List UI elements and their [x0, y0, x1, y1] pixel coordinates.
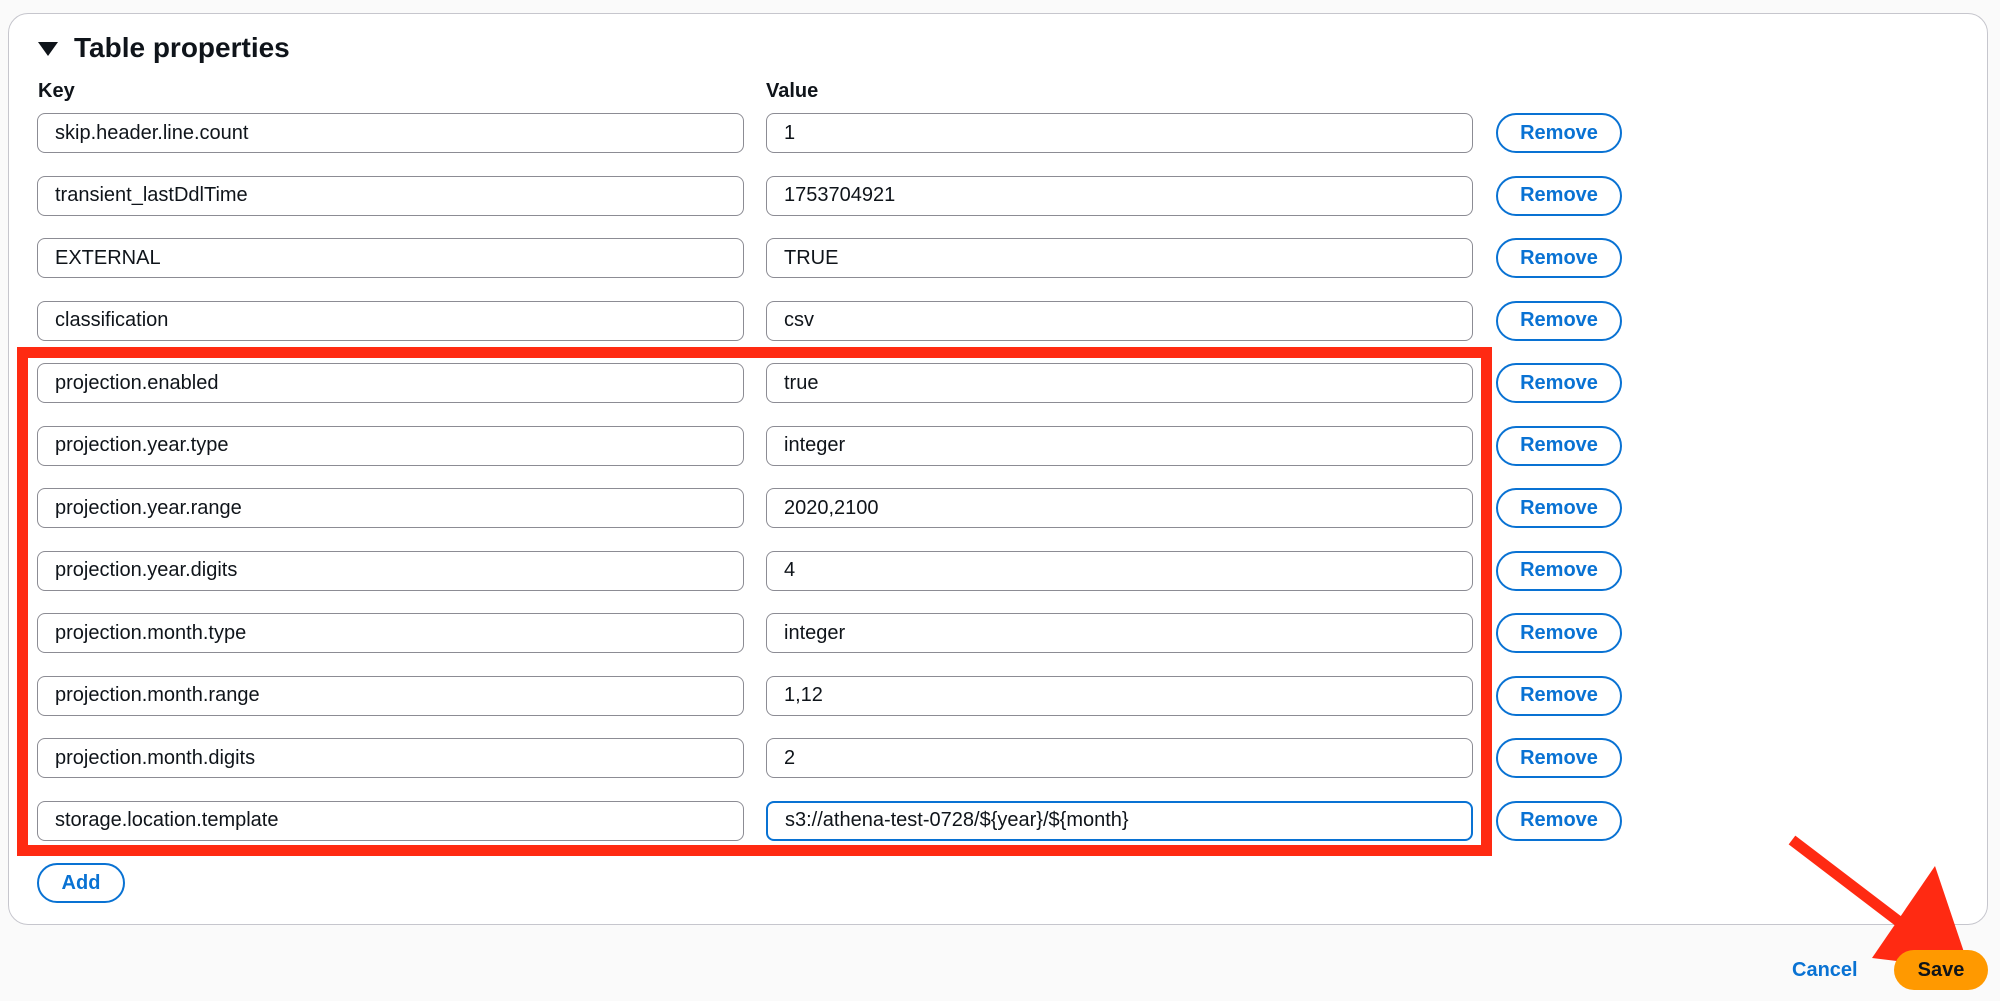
- remove-button[interactable]: Remove: [1496, 425, 1622, 466]
- property-value-input[interactable]: [766, 613, 1473, 653]
- property-key-input[interactable]: [37, 488, 744, 528]
- table-properties-toggle[interactable]: Table properties: [38, 32, 290, 64]
- remove-button[interactable]: Remove: [1496, 238, 1622, 278]
- property-key-input[interactable]: [37, 238, 744, 278]
- property-key-input[interactable]: [37, 300, 744, 341]
- add-property-button[interactable]: Add: [37, 863, 125, 903]
- property-value-input[interactable]: [766, 300, 1473, 341]
- caret-down-icon[interactable]: [38, 42, 58, 56]
- remove-button[interactable]: Remove: [1496, 550, 1622, 591]
- property-key-input[interactable]: [37, 550, 744, 591]
- value-column-label: Value: [766, 80, 819, 102]
- property-value-input[interactable]: [766, 738, 1473, 778]
- property-key-input[interactable]: [37, 425, 744, 466]
- cancel-button[interactable]: Cancel: [1780, 950, 1870, 990]
- property-key-input[interactable]: [37, 363, 744, 403]
- property-key-input[interactable]: [37, 113, 744, 153]
- property-value-input[interactable]: [766, 550, 1473, 591]
- remove-button[interactable]: Remove: [1496, 675, 1622, 716]
- property-key-input[interactable]: [37, 675, 744, 716]
- remove-button[interactable]: Remove: [1496, 738, 1622, 778]
- property-value-input[interactable]: [766, 113, 1473, 153]
- remove-button[interactable]: Remove: [1496, 300, 1622, 341]
- remove-button[interactable]: Remove: [1496, 113, 1622, 153]
- property-key-input[interactable]: [37, 800, 744, 841]
- property-value-input[interactable]: [766, 800, 1473, 841]
- property-key-input[interactable]: [37, 738, 744, 778]
- property-value-input[interactable]: [766, 238, 1473, 278]
- property-value-input[interactable]: [766, 488, 1473, 528]
- key-column-label: Key: [38, 80, 75, 102]
- save-button[interactable]: Save: [1894, 950, 1988, 990]
- section-title: Table properties: [74, 32, 290, 63]
- property-value-input[interactable]: [766, 675, 1473, 716]
- property-value-input[interactable]: [766, 425, 1473, 466]
- property-key-input[interactable]: [37, 175, 744, 216]
- remove-button[interactable]: Remove: [1496, 800, 1622, 841]
- property-value-input[interactable]: [766, 363, 1473, 403]
- remove-button[interactable]: Remove: [1496, 363, 1622, 403]
- property-key-input[interactable]: [37, 613, 744, 653]
- remove-button[interactable]: Remove: [1496, 175, 1622, 216]
- remove-button[interactable]: Remove: [1496, 488, 1622, 528]
- remove-button[interactable]: Remove: [1496, 613, 1622, 653]
- property-value-input[interactable]: [766, 175, 1473, 216]
